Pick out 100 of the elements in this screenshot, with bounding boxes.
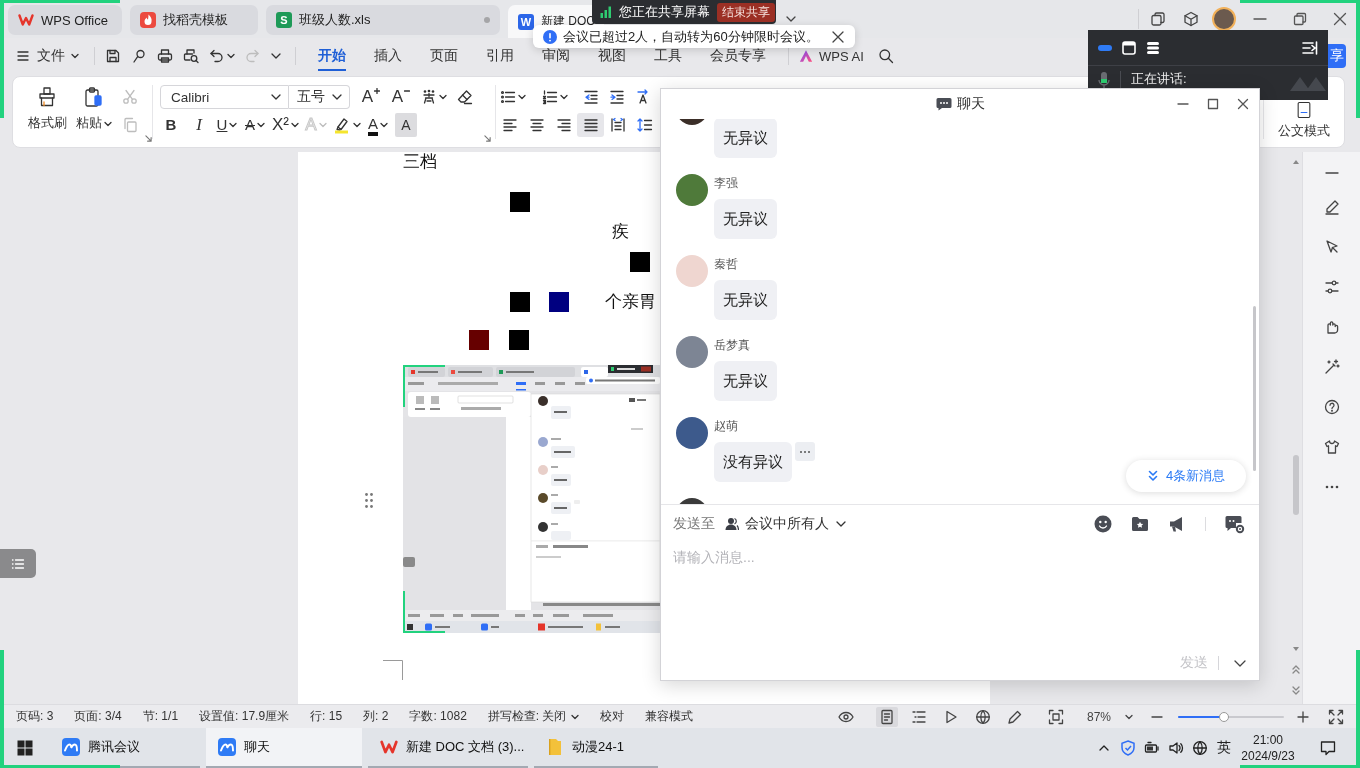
zoom-level-text[interactable]: 87% [1086,709,1111,724]
grow-font-button[interactable]: A [359,85,383,109]
align-justify-button[interactable] [577,113,604,137]
status-button[interactable]: 兼容模式 [644,708,693,725]
avatar-icon[interactable] [676,174,708,206]
collapse-icon[interactable] [1302,39,1318,56]
search-icon[interactable] [877,48,894,64]
shirt-icon[interactable] [1323,439,1340,455]
restore-icon[interactable] [1293,12,1307,26]
outline-toggle-button[interactable] [0,549,36,578]
dash-icon[interactable] [1098,44,1112,51]
message-bubble: 无异议 [714,361,777,401]
ai-button[interactable]: WPS AI [799,48,864,64]
magic-wand-icon[interactable] [1323,359,1340,375]
outdent-icon[interactable] [583,89,599,105]
taskbar-app[interactable]: 新建 DOC 文档 (3)... [368,728,528,768]
scroll-down-icon[interactable] [1292,646,1300,652]
spell-check-dropdown[interactable]: 拼写检查: 关闭 [487,708,579,725]
folder-star-icon[interactable] [1131,515,1149,533]
font-name-dropdown[interactable]: Calibri [160,85,289,109]
status-text: 节: 1/1 [142,708,179,725]
eraser-icon[interactable] [457,89,473,105]
stop-sharing-button[interactable]: 结束共享 [717,2,775,22]
taskbar-app[interactable]: 聊天 [206,728,362,768]
ribbon-tab[interactable]: 插入 [360,38,416,74]
pen-icon[interactable] [1323,199,1340,215]
recipient-dropdown[interactable]: 会议中所有人 [725,515,847,533]
scrollbar[interactable] [1253,306,1256,471]
indent-icon[interactable] [609,89,625,105]
globe-icon[interactable] [1192,740,1208,756]
battery-icon[interactable] [1144,740,1160,756]
emoji-icon[interactable] [1094,515,1112,533]
undo-icon[interactable] [209,48,225,64]
ribbon-tab[interactable]: 页面 [416,38,472,74]
page-up-icon[interactable] [1292,664,1300,674]
close-icon[interactable] [1333,12,1347,26]
send-to-label: 发送至 [673,515,715,533]
windows-logo-icon[interactable] [17,740,33,756]
shading-button[interactable]: A [395,113,417,137]
print-icon[interactable] [157,48,173,64]
paste-button[interactable]: 粘贴 [74,77,114,132]
expand-corner-icon[interactable] [484,135,491,142]
expand-corner-icon[interactable] [145,135,152,142]
document-mode-button[interactable]: 公文模式 [1269,100,1339,140]
taskbar-app[interactable]: 腾讯会议 [50,728,200,768]
page-view-button[interactable] [875,706,898,727]
underline-button[interactable]: U [216,113,238,137]
new-messages-button[interactable]: 4条新消息 [1126,460,1246,492]
format-painter-button[interactable]: 格式刷 [27,77,67,132]
document-tab[interactable]: 找稻壳模板 [130,5,258,35]
caret-icon[interactable] [1125,712,1133,721]
document-tab[interactable]: WPS Office [8,5,122,35]
logo-icon [380,738,398,756]
scroll-up-icon[interactable] [1292,159,1300,165]
superscript-button[interactable]: X² [272,113,299,137]
notification-icon[interactable] [1320,740,1336,756]
share-button[interactable]: 享 [1328,44,1346,68]
cursor-icon[interactable] [1323,239,1340,255]
fullscreen-icon[interactable] [1328,708,1344,725]
font-size-dropdown[interactable]: 五号 [289,85,350,109]
loop-icon[interactable] [131,48,147,64]
bold-button[interactable]: B [160,113,182,137]
shield-icon[interactable] [1120,740,1136,756]
input-method-indicator[interactable]: 英 [1212,739,1236,757]
list-icon[interactable] [1146,40,1160,55]
fit-page-icon[interactable] [1047,708,1064,725]
caret-icon [257,121,265,129]
zoom-slider-thumb[interactable] [1218,711,1229,722]
maximize-icon[interactable] [1207,98,1219,110]
drag-handle-icon[interactable] [365,493,373,508]
taskbar-app[interactable]: 动漫24-1 [534,728,658,768]
save-icon[interactable] [105,48,121,64]
close-icon[interactable] [830,29,845,44]
file-menu[interactable]: 文件 [14,47,80,65]
help-icon[interactable] [1323,399,1340,415]
shrink-font-button[interactable]: A [389,85,413,109]
window-icon[interactable] [1122,40,1136,55]
volume-icon[interactable] [1168,740,1184,756]
font-color-button[interactable]: A [367,113,389,137]
caret-icon [104,119,112,128]
chat-settings-icon[interactable] [1225,514,1245,534]
cube-icon[interactable] [1182,11,1199,27]
strikethrough-button[interactable]: A [244,113,266,137]
close-icon[interactable] [1237,98,1249,110]
avatar-icon[interactable] [1211,7,1236,31]
ribbon-tab[interactable]: 引用 [472,38,528,74]
italic-button[interactable]: I [188,113,210,137]
caret-icon [229,121,238,129]
document-tab[interactable]: S 班级人数.xls [266,5,500,35]
windows-overlap-icon[interactable] [1149,11,1166,27]
page-down-icon[interactable] [1292,686,1300,696]
print-preview-icon[interactable] [183,48,199,64]
avatar-icon[interactable] [676,417,708,449]
scrollbar[interactable] [1293,455,1299,515]
caret-icon[interactable] [227,52,235,60]
zoom-in-icon[interactable] [1297,710,1309,723]
sliders-icon[interactable] [1323,279,1340,295]
status-button[interactable]: 校对 [599,708,624,725]
more-button[interactable] [795,442,815,461]
status-text: 列: 2 [363,708,389,725]
